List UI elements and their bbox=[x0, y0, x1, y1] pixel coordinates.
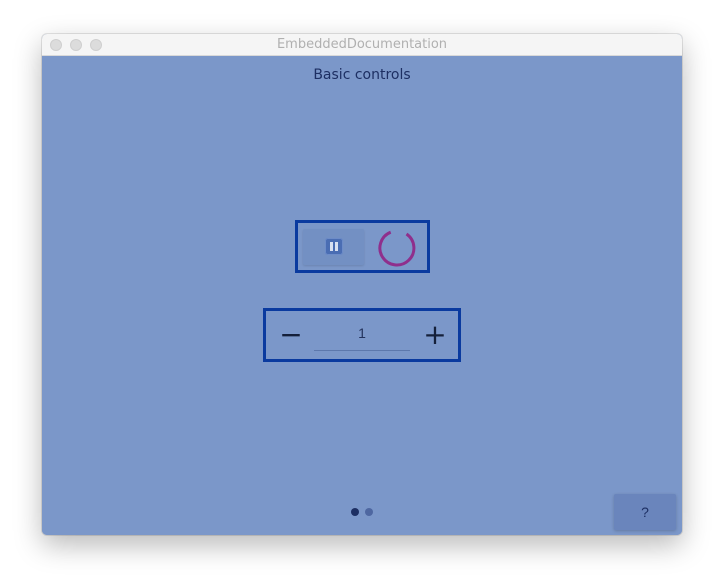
controls-row-highlight bbox=[295, 220, 430, 273]
busy-indicator bbox=[378, 230, 416, 267]
page-dot-2[interactable] bbox=[365, 508, 373, 516]
stepper-highlight: − 1 + bbox=[263, 308, 461, 362]
help-button[interactable]: ? bbox=[614, 494, 676, 530]
page-indicator bbox=[351, 508, 381, 516]
busy-indicator-arc bbox=[378, 230, 416, 267]
pause-icon bbox=[325, 238, 343, 255]
pause-icon-right-bar bbox=[335, 242, 338, 251]
decrement-button[interactable]: − bbox=[272, 317, 310, 355]
page-title: Basic controls bbox=[313, 67, 411, 83]
title-bar: EmbeddedDocumentation bbox=[42, 34, 682, 56]
page-dot-1[interactable] bbox=[351, 508, 359, 516]
stepper-value-field[interactable]: 1 bbox=[314, 319, 410, 351]
app-window: EmbeddedDocumentation Basic controls − 1… bbox=[42, 34, 682, 535]
pause-icon-left-bar bbox=[330, 242, 333, 251]
pause-button[interactable] bbox=[303, 229, 364, 265]
window-title: EmbeddedDocumentation bbox=[276, 37, 448, 52]
increment-button[interactable]: + bbox=[416, 317, 454, 355]
content-area: Basic controls − 1 + ? bbox=[42, 56, 682, 535]
